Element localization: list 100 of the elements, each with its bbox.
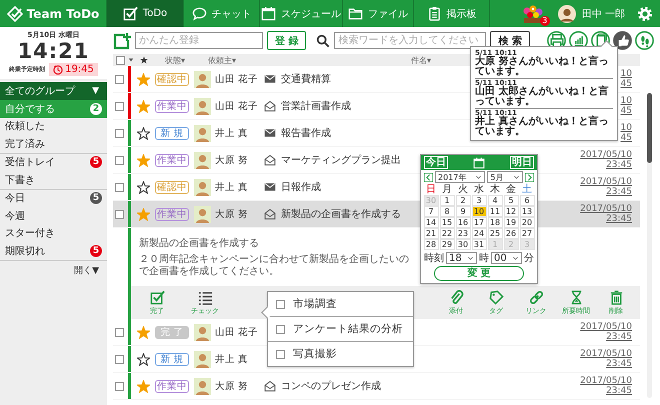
calendar-day[interactable]: 7 <box>424 206 438 217</box>
calendar-day[interactable]: 19 <box>504 217 518 228</box>
weekday-label: 月 <box>441 184 453 195</box>
due-date[interactable]: 2017/05/10 <box>580 177 632 187</box>
task-title: マーケティングプラン提出 <box>281 154 401 167</box>
checklist-item: 市場調査 <box>293 297 337 311</box>
due-date[interactable]: 2017/05/10 <box>580 204 632 214</box>
due-date[interactable]: 2017/05/10 <box>580 349 632 359</box>
calendar-day[interactable]: 25 <box>488 228 502 239</box>
status-label: 確認中 <box>155 72 189 86</box>
sidebar-item[interactable]: 下書き <box>0 171 107 188</box>
apply-button[interactable]: 変 更 <box>434 266 524 281</box>
calendar-day[interactable]: 27 <box>520 228 534 239</box>
requester-name: 井上 真 <box>215 180 250 194</box>
sidebar-item[interactable]: 今週 <box>0 207 107 224</box>
nav-tab[interactable]: チャット <box>184 0 260 27</box>
weekday-label: 水 <box>473 184 485 195</box>
due-date[interactable]: 2017/05/10 <box>580 322 632 332</box>
sidebar-item[interactable]: 期限切れ 5 <box>0 242 107 260</box>
expand-link[interactable]: 開く▼ <box>74 264 99 276</box>
task-row[interactable]: 作業中 大原 努 コンペのプレゼン作成 2017/05/10 23:45 <box>113 373 640 400</box>
due-time[interactable]: 23:45 <box>606 359 632 369</box>
due-time[interactable]: 45 <box>620 133 632 143</box>
calendar-day[interactable]: 20 <box>520 217 534 228</box>
nav-tab[interactable]: ToDo <box>107 0 184 27</box>
minute-select[interactable]: 00 <box>491 252 522 264</box>
count-badge: 5 <box>90 244 102 257</box>
hour-select[interactable]: 18 <box>446 252 477 264</box>
sidebar-item[interactable]: 受信トレイ 5 <box>0 154 107 171</box>
sidebar-item[interactable]: スター付き <box>0 224 107 242</box>
calendar-day[interactable]: 13 <box>520 206 534 217</box>
task-title: 営業計画書作成 <box>281 100 351 113</box>
calendar-day[interactable]: 6 <box>520 195 534 206</box>
due-date[interactable]: 2017/05/10 <box>580 376 632 386</box>
calendar-day[interactable]: 10 <box>472 206 486 217</box>
calendar-day[interactable]: 23 <box>456 228 470 239</box>
calendar-day[interactable]: 30 <box>456 239 470 250</box>
calendar-day[interactable]: 2 <box>456 195 470 206</box>
calendar-day[interactable]: 11 <box>488 206 502 217</box>
sidebar-item[interactable]: 依頼した <box>0 118 107 135</box>
requester-name: 山田 花子 <box>215 326 260 338</box>
due-time[interactable]: 23:45 <box>606 214 632 224</box>
nav-tab[interactable]: 掲示板 <box>414 0 490 27</box>
calendar-day[interactable]: 29 <box>440 239 454 250</box>
group-dropdown[interactable]: 全てのグループ ▼ <box>0 82 107 100</box>
weekday-label: 日 <box>425 184 437 195</box>
sidebar-item-label: 自分でする <box>5 102 55 116</box>
search-field[interactable]: 検索ワードを入力してください <box>334 32 486 49</box>
due-time[interactable]: 23:45 <box>606 160 632 170</box>
requester-name: 大原 努 <box>215 208 250 220</box>
due-date[interactable]: 2017/05/10 <box>580 150 632 160</box>
calendar-day[interactable]: 14 <box>424 217 438 228</box>
task-title: 新製品の企画書を作成する <box>281 208 401 221</box>
calendar-day[interactable]: 12 <box>504 206 518 217</box>
nav-tab[interactable]: スケジュール <box>260 0 343 27</box>
column-header[interactable]: 件名▾ <box>411 54 471 66</box>
due-time[interactable]: 45 <box>620 79 632 89</box>
calendar-day[interactable]: 3 <box>472 195 486 206</box>
year-select[interactable]: 2017年 <box>435 171 486 183</box>
calendar-day[interactable]: 18 <box>488 217 502 228</box>
calendar-day[interactable]: 17 <box>472 217 486 228</box>
calendar-day[interactable]: 4 <box>488 195 502 206</box>
due-time[interactable]: 23:45 <box>606 386 632 396</box>
add-button[interactable]: 登 録 <box>267 31 306 50</box>
sidebar-item-label: 下書き <box>5 174 35 187</box>
status-label: 作業中 <box>155 380 189 392</box>
calendar-day[interactable]: 8 <box>440 206 454 217</box>
minute-unit: 分 <box>524 252 534 264</box>
column-header[interactable]: 状態▾ <box>165 54 205 66</box>
current-time: 14:21 <box>18 40 90 63</box>
today-button[interactable]: 今日 <box>424 156 448 169</box>
sidebar-item[interactable]: 完了済み <box>0 135 107 152</box>
due-date[interactable]: 10 <box>620 96 632 106</box>
calendar-day[interactable]: 5 <box>504 195 518 206</box>
calendar-day[interactable]: 21 <box>424 228 438 239</box>
sidebar-item[interactable]: 今日 5 <box>0 190 107 207</box>
calendar-day[interactable]: 1 <box>440 195 454 206</box>
due-time[interactable]: 23:45 <box>606 332 632 342</box>
calendar-day[interactable]: 9 <box>456 206 470 217</box>
detail-description: ２０周年記念キャンペーンに合わせて新製品を企画したいので企画書を作成してください。 <box>139 254 410 278</box>
tomorrow-button[interactable]: 明日 <box>510 156 534 169</box>
column-header[interactable]: 依頼主▾ <box>208 54 408 66</box>
status-label: 作業中 <box>155 154 189 166</box>
calendar-day[interactable]: 26 <box>504 228 518 239</box>
calendar-day[interactable]: 24 <box>472 228 486 239</box>
calendar-day[interactable]: 31 <box>472 239 486 250</box>
due-time[interactable]: 23:45 <box>606 187 632 197</box>
quick-add-field[interactable]: かんたん登録 <box>135 32 263 49</box>
user-name[interactable]: 田中 一郎 <box>582 6 625 20</box>
calendar-day[interactable]: 22 <box>440 228 454 239</box>
month-select[interactable]: 5月 <box>487 171 523 183</box>
calendar-day[interactable]: 28 <box>424 239 438 250</box>
nav-tab[interactable]: ファイル <box>343 0 414 27</box>
due-time[interactable]: 45 <box>620 106 632 116</box>
calendar-day[interactable]: 15 <box>440 217 454 228</box>
due-date[interactable]: 10 <box>620 69 632 79</box>
due-date[interactable]: 10 <box>620 123 632 133</box>
status-label: 新 規 <box>155 352 189 366</box>
calendar-day[interactable]: 16 <box>456 217 470 228</box>
checklist-item: アンケート結果の分析 <box>293 322 403 336</box>
